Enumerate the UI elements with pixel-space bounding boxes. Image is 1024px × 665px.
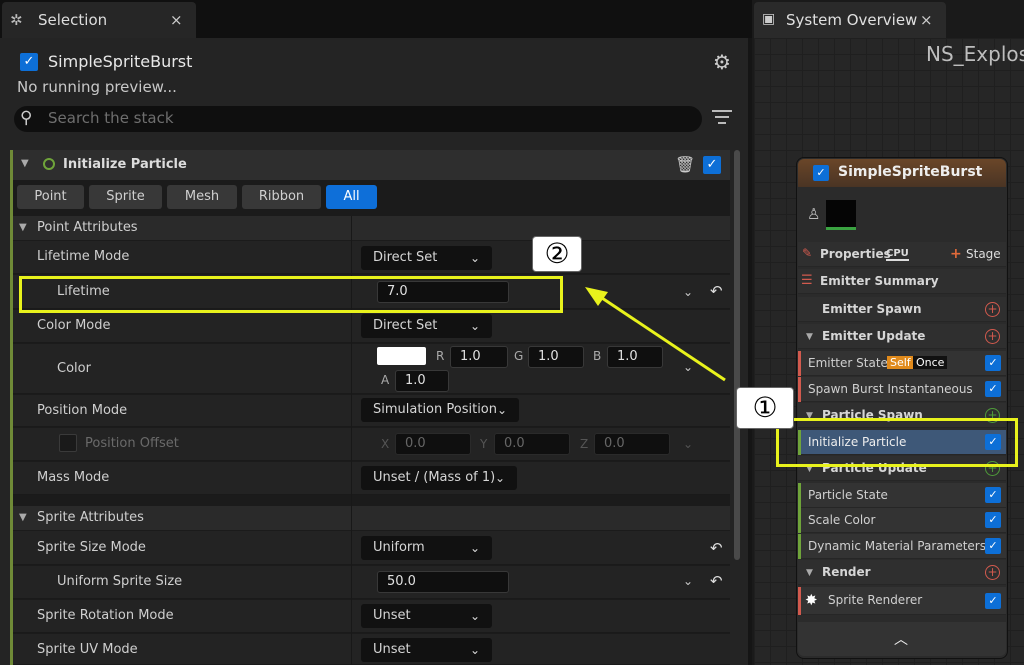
arrow-line <box>595 292 726 382</box>
annotation-arrow <box>585 287 726 382</box>
arrow-head <box>585 287 608 306</box>
